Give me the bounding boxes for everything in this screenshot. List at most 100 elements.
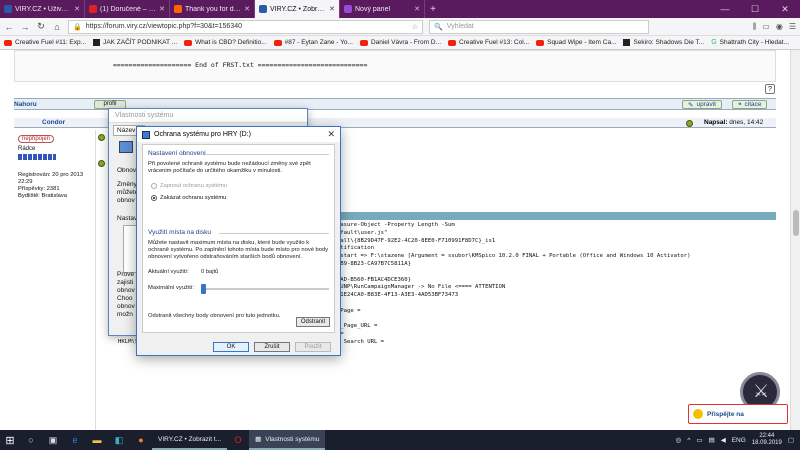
bookmark-item[interactable]: JAK ZAČÍT PODNIKAT ... [93,39,177,46]
donate-button[interactable]: Přispějte na [688,404,788,424]
taskbar-app-system-properties[interactable]: ▦ Vlastnosti systému [249,430,326,450]
home-icon[interactable]: ⌂ [52,22,62,32]
bookmark-item[interactable]: Squad Wipe - Item Ca... [536,39,616,46]
close-icon[interactable]: ✕ [327,129,335,140]
task-view-icon[interactable]: ▣ [42,430,64,450]
cancel-button[interactable]: Zrušit [254,342,290,352]
scrollbar-thumb[interactable] [793,210,799,236]
quote-button[interactable]: ❝ citace [732,100,768,109]
system-properties-icon: ▦ [255,436,262,443]
bookmark-label: Daniel Vávra - From D... [370,39,442,46]
drive-list[interactable] [123,225,137,273]
edit-icon: ✎ [688,101,694,109]
edge-icon[interactable]: e [64,430,86,450]
bookmark-item[interactable]: Creative Fuel #11: Exp... [4,39,86,46]
post-icon [98,160,105,167]
youtube-icon [359,39,368,46]
volume-icon[interactable]: ◀ [721,436,726,444]
browser-tab[interactable]: VIRY.CZ • Zobrazit téma - prosím o...✕ [255,0,340,18]
apply-button[interactable]: Použít [295,342,331,352]
battery-icon[interactable]: ▭ [696,436,702,444]
maximize-icon[interactable]: ☐ [740,0,770,18]
url-bar[interactable]: 🔒 https://forum.viry.cz/viewtopic.php?f=… [68,19,423,34]
google-icon: G [711,39,717,46]
radio-circle [151,183,157,189]
bookmark-item[interactable]: #87 - Eytan Zane - Yo... [273,39,353,46]
enable-protection-radio[interactable]: Zapnout ochranu systému [151,183,227,189]
radio-label: Zapnout ochranu systému [160,183,228,189]
black-square-icon [93,39,101,46]
network-icon[interactable]: ▤ [709,436,715,444]
forward-icon[interactable]: → [20,22,30,32]
tray-expand-icon[interactable]: ^ [687,437,690,444]
system-protection-dialog: Ochrana systému pro HRY (D:) ✕ Nastavení… [136,126,341,356]
windows-taskbar: ⊞ ○ ▣ e ▬ ◧ ● VIRY.CZ • Zobrazit t... O … [0,430,800,450]
taskbar-app-firefox[interactable]: VIRY.CZ • Zobrazit t... [152,430,228,450]
sidebar-icon[interactable]: ▭ [762,22,770,32]
language-indicator[interactable]: ENG [732,437,746,444]
clock[interactable]: 22:44 18.09.2019 [752,433,782,447]
tab-close-icon[interactable]: ✕ [329,5,335,13]
browser-tab[interactable]: VIRY.CZ • Uživatelský panel • Přihl...✕ [0,0,85,18]
dialog-title: Ochrana systému pro HRY (D:) [154,131,251,138]
black-square-icon [623,39,631,46]
bookmark-label: Creative Fuel #11: Exp... [15,39,87,46]
bookmark-item[interactable]: Creative Fuel #13: Col... [448,39,529,46]
slider-thumb[interactable] [201,284,206,294]
tab-label: (1) Doručené – Seznam Email [100,5,156,13]
browser-tab[interactable]: (1) Doručené – Seznam Email✕ [85,0,170,18]
delete-description: Odstranit všechny body obnovení pro tuto… [148,313,281,319]
tab-favicon-icon [4,5,12,13]
status-badge: nepřipojen [18,135,55,143]
windows-start-icon[interactable]: ⊞ [0,430,20,450]
tab-close-icon[interactable]: ✕ [74,5,80,13]
tab-label: Thank you for downloading Av... [185,5,241,13]
bookmark-item[interactable]: Daniel Vávra - From D... [359,39,442,46]
back-icon[interactable]: ← [4,22,14,32]
minimize-icon[interactable]: — [710,0,740,18]
store-icon[interactable]: ◧ [108,430,130,450]
disable-protection-radio[interactable]: Zakázat ochranu systému [151,195,226,201]
window-close-icon[interactable]: ✕ [770,0,800,18]
tab-close-icon[interactable]: ✕ [159,5,165,13]
ok-button[interactable]: OK [213,342,249,352]
account-icon[interactable]: ◉ [776,22,783,32]
help-icon[interactable]: ? [765,84,775,94]
page-scrollbar[interactable] [790,50,800,430]
rank-stars [18,154,56,160]
opera-icon[interactable]: O [227,430,249,450]
quote-label: citace [744,101,762,108]
edit-button[interactable]: ✎ upravit [682,100,722,109]
tab-close-icon[interactable]: ✕ [244,5,250,13]
reload-icon[interactable]: ↻ [36,21,46,32]
bookmarks-bar: Creative Fuel #11: Exp... JAK ZAČÍT PODNI… [0,36,800,50]
radio-circle [151,195,157,201]
bookmark-item[interactable]: Sekiro: Shadows Die T... [623,39,704,46]
bookmark-item[interactable]: What is CBD? Definitio... [184,39,267,46]
user-info-column: nepřipojen Rádce Registrován: 20 pro 201… [14,130,96,430]
drive-shield-icon [142,130,150,139]
tab-favicon-icon [174,5,182,13]
notifications-icon[interactable]: ▢ [788,436,794,444]
tab-favicon-icon [344,5,352,13]
menu-icon[interactable]: ☰ [789,22,796,32]
registered-time: 22:29 [18,179,33,185]
browser-tab[interactable]: Nový panel ✕ [340,0,425,18]
nahoru-link[interactable]: Nahoru [14,101,37,108]
author-name[interactable]: Condor [42,119,65,126]
browser-tab[interactable]: Thank you for downloading Av...✕ [170,0,255,18]
search-icon[interactable]: ○ [20,430,42,450]
max-usage-slider[interactable] [201,284,329,294]
steam-icon[interactable]: ◎ [676,436,682,444]
library-icon[interactable]: ⫼ [753,22,757,32]
firefox-icon[interactable]: ● [130,430,152,450]
delete-button[interactable]: Odstranit [296,317,330,327]
browser-nav-bar: ← → ↻ ⌂ 🔒 https://forum.viry.cz/viewtopi… [0,18,800,36]
folder-icon[interactable]: ▬ [86,430,108,450]
bookmark-star-icon[interactable]: ☆ [412,23,418,31]
tab-close-icon[interactable]: ✕ [414,5,420,13]
new-tab-icon[interactable]: + [425,0,441,18]
search-input[interactable]: 🔍 Vyhledat [429,19,649,34]
bookmark-item[interactable]: G Shattrath City - Hledat... [711,39,789,46]
search-icon: 🔍 [434,23,443,31]
